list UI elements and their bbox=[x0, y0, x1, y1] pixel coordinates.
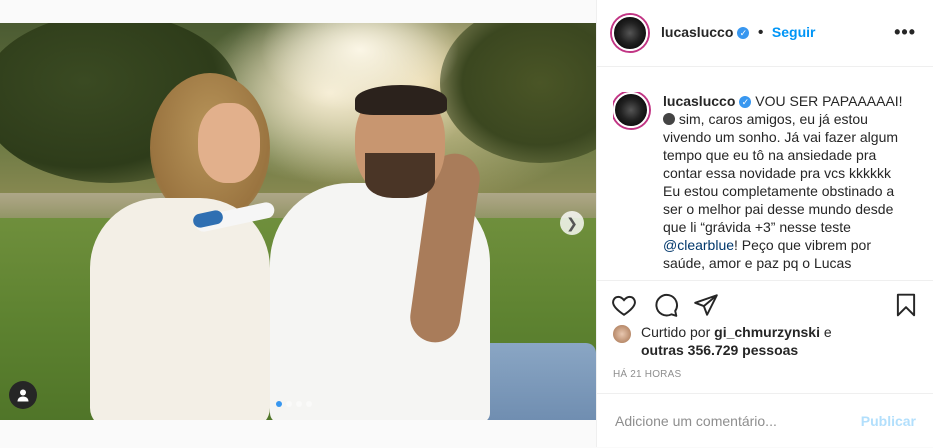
post-photo[interactable] bbox=[0, 23, 596, 420]
publish-button[interactable]: Publicar bbox=[861, 413, 916, 429]
caption-line: ser o melhor pai desse mundo desde bbox=[663, 201, 894, 217]
mention-link[interactable]: @clearblue bbox=[663, 237, 734, 253]
carousel-indicator bbox=[276, 401, 312, 407]
carousel-next-button[interactable]: ❯ bbox=[560, 211, 584, 235]
post-side-panel: lucaslucco ✓ • Seguir ••• lucaslucco ✓ VOU… bbox=[596, 0, 933, 447]
avatar-emoji-icon bbox=[663, 113, 675, 125]
chevron-right-icon: ❯ bbox=[566, 214, 578, 231]
comment-form: Publicar bbox=[597, 393, 933, 448]
carousel-dot bbox=[286, 401, 292, 407]
verified-badge-icon: ✓ bbox=[739, 96, 752, 109]
comment-icon[interactable] bbox=[653, 292, 679, 318]
avatar[interactable] bbox=[612, 15, 648, 51]
carousel-dot bbox=[306, 401, 312, 407]
heart-icon[interactable] bbox=[611, 292, 637, 318]
likes-count-link[interactable]: outras 356.729 pessoas bbox=[641, 342, 798, 358]
caption-line: sim, caros amigos, eu já estou bbox=[675, 111, 868, 127]
caption-line: VOU SER PAPAAAAAI! bbox=[755, 93, 903, 109]
photo-bg-tree bbox=[440, 23, 596, 163]
post-actions-bar bbox=[597, 280, 933, 329]
photo-woman-face bbox=[198, 103, 260, 183]
caption-line: tempo que eu tô na ansiedade pra bbox=[663, 147, 877, 163]
post-timestamp[interactable]: HÁ 21 HORAS bbox=[613, 369, 681, 380]
avatar[interactable] bbox=[613, 92, 649, 128]
post-header: lucaslucco ✓ • Seguir ••• bbox=[597, 0, 933, 67]
verified-badge-icon: ✓ bbox=[737, 26, 750, 39]
caption-line: Eu estou completamente obstinado a bbox=[663, 183, 895, 199]
paper-plane-icon[interactable] bbox=[693, 292, 719, 318]
carousel-dot bbox=[296, 401, 302, 407]
photo-woman bbox=[90, 198, 270, 420]
photo-man-beard bbox=[365, 153, 435, 198]
tagged-users-button[interactable] bbox=[9, 381, 37, 409]
more-options-icon[interactable]: ••• bbox=[894, 22, 916, 43]
likes-prefix: Curtido por bbox=[641, 324, 715, 340]
carousel-dot bbox=[276, 401, 282, 407]
bookmark-icon[interactable] bbox=[893, 292, 919, 318]
caption-username[interactable]: lucaslucco bbox=[663, 93, 735, 109]
caption-line: ! Peço que vibrem por bbox=[734, 237, 871, 253]
caption-text: lucaslucco ✓ VOU SER PAPAAAAAI! sim, caro… bbox=[663, 92, 913, 272]
username-link[interactable]: lucaslucco bbox=[661, 24, 733, 40]
caption-line: vivendo um sonho. Já vai fazer algum bbox=[663, 129, 899, 145]
separator-dot: • bbox=[757, 24, 764, 41]
user-tag-icon bbox=[17, 389, 29, 402]
likes-user-link[interactable]: gi_chmurzynski bbox=[714, 324, 820, 340]
follow-button[interactable]: Seguir bbox=[772, 24, 816, 40]
comment-input[interactable] bbox=[613, 412, 847, 430]
caption-line: saúde, amor e paz pq o Lucas bbox=[663, 255, 852, 271]
post-header-user: lucaslucco ✓ • Seguir bbox=[661, 24, 815, 42]
post-caption: lucaslucco ✓ VOU SER PAPAAAAAI! sim, caro… bbox=[613, 92, 918, 278]
photo-man-hair bbox=[355, 85, 447, 115]
likes-mid: e bbox=[819, 324, 832, 340]
caption-line: que li “grávida +3” nesse teste bbox=[663, 219, 851, 235]
avatar[interactable] bbox=[613, 325, 631, 343]
caption-line: contar essa novidade pra vcs kkkkkk bbox=[663, 165, 891, 181]
likes-text: Curtido por gi_chmurzynski e outras 356.7… bbox=[641, 323, 921, 359]
